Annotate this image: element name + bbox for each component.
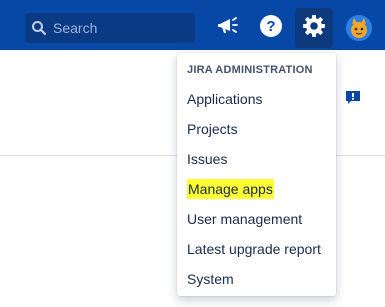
menu-item-label: Latest upgrade report: [187, 241, 321, 257]
menu-heading: JIRA ADMINISTRATION: [187, 64, 313, 76]
menu-item-label: System: [187, 271, 234, 287]
search-icon: [25, 13, 53, 43]
notifications-button[interactable]: [209, 8, 247, 48]
menu-item-issues[interactable]: Issues: [177, 144, 336, 174]
help-button[interactable]: ?: [252, 8, 290, 48]
menu-item-label: Applications: [187, 91, 263, 107]
svg-text:?: ?: [266, 18, 275, 35]
search-box[interactable]: [25, 13, 195, 43]
megaphone-icon: [216, 15, 240, 42]
feedback-button[interactable]: [345, 90, 361, 111]
feedback-icon: [345, 91, 361, 110]
question-icon: ?: [259, 14, 283, 43]
menu-item-system[interactable]: System: [177, 264, 336, 294]
search-input[interactable]: [53, 20, 183, 36]
menu-item-label: Manage apps: [187, 179, 274, 199]
menu-item-projects[interactable]: Projects: [177, 114, 336, 144]
avatar: [346, 15, 372, 41]
menu-item-label: User management: [187, 211, 303, 227]
profile-button[interactable]: [340, 8, 378, 48]
admin-dropdown-menu: JIRA ADMINISTRATION Applications Project…: [177, 53, 336, 296]
gear-icon: [302, 14, 326, 43]
top-navigation-bar: ?: [0, 0, 385, 50]
menu-item-applications[interactable]: Applications: [177, 84, 336, 114]
menu-item-manage-apps[interactable]: Manage apps: [177, 174, 336, 204]
menu-item-user-management[interactable]: User management: [177, 204, 336, 234]
menu-item-label: Projects: [187, 121, 238, 137]
menu-item-label: Issues: [187, 151, 228, 167]
menu-item-latest-upgrade-report[interactable]: Latest upgrade report: [177, 234, 336, 264]
settings-button[interactable]: [295, 8, 333, 48]
